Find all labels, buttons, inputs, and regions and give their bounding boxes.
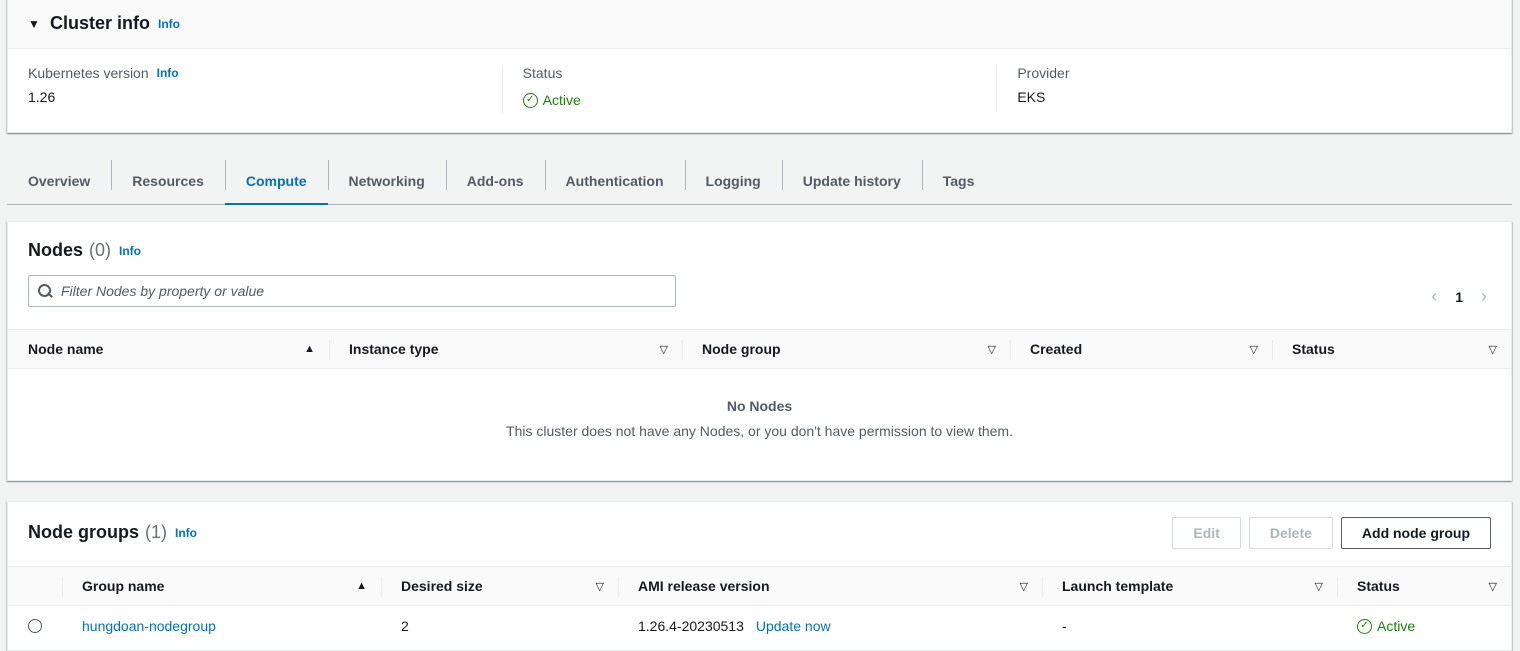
tab-add-ons[interactable]: Add-ons — [445, 158, 545, 204]
tab-networking[interactable]: Networking — [327, 158, 446, 204]
column-label: Status — [1292, 341, 1335, 357]
sort-icon[interactable]: ▽ — [988, 343, 996, 356]
column-node-name[interactable]: Node name ▲ — [8, 330, 329, 368]
sort-icon[interactable]: ▽ — [596, 580, 604, 593]
tab-compute[interactable]: Compute — [224, 158, 328, 205]
cluster-status-text: Active — [542, 92, 581, 108]
table-row[interactable]: hungdoan-nodegroup 2 1.26.4-20230513 Upd… — [8, 606, 1511, 646]
provider-value: EKS — [1017, 89, 1046, 105]
sort-icon[interactable]: ▽ — [1020, 580, 1028, 593]
search-icon — [37, 283, 53, 299]
column-label: Created — [1030, 341, 1083, 357]
node-group-status-text: Active — [1377, 618, 1416, 634]
nodes-info-link[interactable]: Info — [119, 244, 141, 258]
column-label: Node group — [702, 341, 781, 357]
tab-update-history[interactable]: Update history — [781, 158, 922, 204]
column-launch-template[interactable]: Launch template ▽ — [1042, 567, 1337, 605]
add-node-group-button[interactable]: Add node group — [1340, 517, 1491, 549]
update-now-link[interactable]: Update now — [756, 618, 831, 634]
desired-size-cell: 2 — [401, 618, 409, 634]
nodes-panel: Nodes (0) Info Filter Nodes by property … — [7, 221, 1512, 481]
node-groups-title: Node groups — [28, 522, 139, 542]
column-label: Group name — [82, 578, 165, 594]
row-radio[interactable] — [28, 619, 42, 633]
sort-icon[interactable]: ▽ — [1250, 343, 1258, 356]
node-groups-panel: Node groups (1) Info Edit Delete Add nod… — [7, 501, 1512, 651]
delete-button[interactable]: Delete — [1248, 517, 1333, 549]
column-label: Status — [1357, 578, 1400, 594]
nodes-filter-placeholder: Filter Nodes by property or value — [61, 283, 265, 299]
row-select — [8, 606, 82, 646]
column-group-name[interactable]: Group name ▲ — [62, 567, 381, 605]
column-node-group[interactable]: Node group ▽ — [682, 330, 1010, 368]
cluster-info-panel: ▼ Cluster info Info Kubernetes version I… — [7, 0, 1512, 133]
status-label: Status — [522, 65, 563, 81]
tab-logging[interactable]: Logging — [684, 158, 782, 204]
ami-release-version-cell: 1.26.4-20230513 Update now — [618, 606, 1042, 646]
tab-authentication[interactable]: Authentication — [544, 158, 685, 204]
kubernetes-version-field: Kubernetes version Info 1.26 — [28, 65, 502, 113]
status-field: Status ✓ Active — [501, 65, 997, 113]
select-column — [8, 567, 62, 605]
node-group-status: ✓ Active — [1357, 618, 1415, 634]
cluster-info-title: Cluster info — [50, 13, 151, 33]
sort-icon[interactable]: ▽ — [660, 343, 668, 356]
tab-tags[interactable]: Tags — [921, 158, 996, 204]
nodes-table-header: Node name ▲ Instance type ▽ Node group ▽… — [8, 329, 1511, 369]
tab-bar: Overview Resources Compute Networking Ad… — [7, 158, 1512, 205]
kubernetes-version-label: Kubernetes version — [28, 65, 149, 81]
check-circle-icon: ✓ — [522, 92, 538, 108]
column-status[interactable]: Status ▽ — [1337, 567, 1511, 605]
column-label: Desired size — [401, 578, 483, 594]
cluster-status: ✓ Active — [522, 92, 581, 108]
nodes-empty-state: No Nodes This cluster does not have any … — [8, 398, 1511, 439]
sort-icon[interactable]: ▽ — [1315, 580, 1323, 593]
column-status[interactable]: Status ▽ — [1272, 330, 1511, 368]
empty-title: No Nodes — [726, 398, 793, 414]
caret-down-icon[interactable]: ▼ — [28, 17, 40, 31]
node-groups-info-link[interactable]: Info — [175, 526, 197, 540]
column-desired-size[interactable]: Desired size ▽ — [381, 567, 618, 605]
column-created[interactable]: Created ▽ — [1010, 330, 1272, 368]
column-label: Instance type — [349, 341, 439, 357]
kubernetes-version-info-link[interactable]: Info — [157, 66, 179, 80]
chevron-right-icon[interactable]: › — [1481, 286, 1487, 307]
tab-overview[interactable]: Overview — [7, 158, 111, 204]
nodes-filter-input[interactable]: Filter Nodes by property or value — [28, 275, 676, 307]
tab-resources[interactable]: Resources — [111, 158, 225, 204]
cluster-info-header[interactable]: ▼ Cluster info Info — [8, 0, 1511, 49]
sort-icon[interactable]: ▽ — [1489, 580, 1497, 593]
node-groups-count: (1) — [145, 522, 167, 542]
provider-label: Provider — [1017, 65, 1070, 81]
page-number[interactable]: 1 — [1455, 289, 1463, 305]
check-circle-icon: ✓ — [1357, 618, 1372, 634]
group-name-link[interactable]: hungdoan-nodegroup — [82, 618, 216, 634]
column-ami-release-version[interactable]: AMI release version ▽ — [618, 567, 1042, 605]
edit-button[interactable]: Edit — [1172, 517, 1241, 549]
column-label: Launch template — [1062, 578, 1174, 594]
provider-field: Provider EKS — [996, 65, 1491, 113]
cluster-info-link[interactable]: Info — [158, 17, 180, 31]
column-label: AMI release version — [638, 578, 770, 594]
column-instance-type[interactable]: Instance type ▽ — [329, 330, 682, 368]
chevron-left-icon[interactable]: ‹ — [1431, 286, 1437, 307]
kubernetes-version-value: 1.26 — [28, 89, 56, 105]
nodes-count: (0) — [89, 240, 112, 260]
ami-release-version: 1.26.4-20230513 — [638, 618, 744, 634]
sort-ascending-icon[interactable]: ▲ — [304, 343, 315, 355]
column-label: Node name — [28, 341, 104, 357]
status-cell: ✓ Active — [1337, 606, 1511, 646]
nodes-pagination: ‹ 1 › — [1431, 286, 1487, 307]
empty-description: This cluster does not have any Nodes, or… — [506, 423, 1013, 439]
nodes-title: Nodes — [28, 240, 84, 260]
node-groups-table-header: Group name ▲ Desired size ▽ AMI release … — [8, 566, 1511, 606]
sort-icon[interactable]: ▽ — [1489, 343, 1497, 356]
launch-template-cell: - — [1062, 618, 1067, 634]
sort-ascending-icon[interactable]: ▲ — [356, 580, 367, 592]
